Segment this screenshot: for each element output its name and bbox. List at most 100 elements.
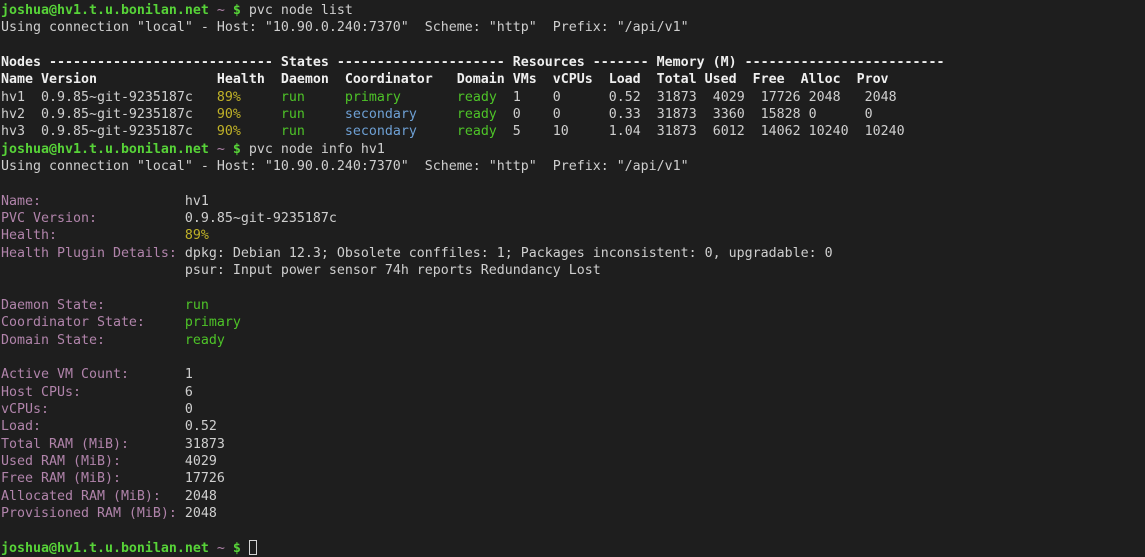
text-segment [121, 471, 185, 486]
terminal-line: Used RAM (MiB): 4029 [1, 453, 1145, 470]
text-segment [97, 211, 185, 226]
coordinator-state: secondary [345, 124, 417, 139]
connection-info: Using connection "local" - Host: "10.90.… [1, 159, 689, 174]
info-label: Free RAM (MiB): [1, 471, 121, 486]
node-name-version: hv1 0.9.85~git-9235187c [1, 90, 217, 105]
text-segment [305, 124, 345, 139]
node-health: 89% [217, 90, 241, 105]
terminal-line: hv3 0.9.85~git-9235187c 90% run secondar… [1, 123, 1145, 140]
node-resources: 5 10 1.04 31873 6012 14062 10240 10240 [497, 124, 905, 139]
terminal-line: joshua@hv1.t.u.bonilan.net ~ $ pvc node … [1, 2, 1145, 19]
info-label: Name: [1, 194, 41, 209]
text-segment [177, 506, 185, 521]
terminal-line: Load: 0.52 [1, 418, 1145, 435]
prompt-symbol: $ [233, 142, 241, 157]
text-segment [305, 107, 345, 122]
terminal-line: Coordinator State: primary [1, 314, 1145, 331]
info-value: 89% [185, 228, 209, 243]
info-label: Host CPUs: [1, 385, 81, 400]
info-label: Load: [1, 419, 41, 434]
command-text: pvc node info hv1 [241, 142, 385, 157]
command-text: pvc node list [241, 3, 353, 18]
terminal-line [1, 280, 1145, 297]
prompt-user-host: joshua@hv1.t.u.bonilan.net [1, 541, 209, 556]
text-segment [105, 333, 185, 348]
text-segment [417, 124, 457, 139]
text-segment [81, 385, 185, 400]
text-segment [129, 367, 185, 382]
info-value: 0.9.85~git-9235187c [185, 211, 337, 226]
text-segment [1, 263, 185, 278]
info-label: Domain State: [1, 333, 105, 348]
terminal-line: Name: hv1 [1, 193, 1145, 210]
terminal-line: Total RAM (MiB): 31873 [1, 436, 1145, 453]
info-label: Health: [1, 228, 57, 243]
text-segment [401, 90, 457, 105]
info-value: 0.52 [185, 419, 217, 434]
domain-state: ready [457, 107, 497, 122]
text-segment [129, 437, 185, 452]
info-value: 31873 [185, 437, 225, 452]
info-value: 2048 [185, 489, 217, 504]
text-segment [209, 3, 217, 18]
terminal-line: Provisioned RAM (MiB): 2048 [1, 505, 1145, 522]
text-segment [105, 298, 185, 313]
info-value: 0 [185, 402, 193, 417]
terminal-line: Active VM Count: 1 [1, 366, 1145, 383]
text-segment [41, 419, 185, 434]
info-label: vCPUs: [1, 402, 49, 417]
text-segment [41, 194, 185, 209]
terminal-cursor [249, 540, 257, 555]
info-label: Total RAM (MiB): [1, 437, 129, 452]
prompt-cwd: ~ [217, 3, 225, 18]
terminal-screen[interactable]: joshua@hv1.t.u.bonilan.net ~ $ pvc node … [0, 0, 1145, 557]
terminal-line [1, 175, 1145, 192]
terminal-line: hv2 0.9.85~git-9235187c 90% run secondar… [1, 106, 1145, 123]
info-value: dpkg: Debian 12.3; Obsolete conffiles: 1… [185, 246, 833, 261]
info-value: 2048 [185, 506, 217, 521]
terminal-line [1, 522, 1145, 539]
text-segment [225, 142, 233, 157]
info-value: 4029 [185, 454, 217, 469]
domain-state: ready [457, 124, 497, 139]
prompt-user-host: joshua@hv1.t.u.bonilan.net [1, 3, 209, 18]
text-segment [209, 142, 217, 157]
text-segment [177, 246, 185, 261]
text-segment [241, 541, 249, 556]
terminal-line: hv1 0.9.85~git-9235187c 89% run primary … [1, 89, 1145, 106]
info-value: primary [185, 315, 241, 330]
info-label: Provisioned RAM (MiB): [1, 506, 177, 521]
terminal-line [1, 349, 1145, 366]
node-name-version: hv3 0.9.85~git-9235187c [1, 124, 217, 139]
terminal-line: joshua@hv1.t.u.bonilan.net ~ $ pvc node … [1, 141, 1145, 158]
info-label: Used RAM (MiB): [1, 454, 121, 469]
prompt-symbol: $ [233, 541, 241, 556]
text-segment [225, 541, 233, 556]
coordinator-state: primary [345, 90, 401, 105]
terminal-line: Health: 89% [1, 227, 1145, 244]
terminal-line: Free RAM (MiB): 17726 [1, 470, 1145, 487]
terminal-line: vCPUs: 0 [1, 401, 1145, 418]
prompt-cwd: ~ [217, 541, 225, 556]
node-name-version: hv2 0.9.85~git-9235187c [1, 107, 217, 122]
info-value: 6 [185, 385, 193, 400]
terminal-line: Daemon State: run [1, 297, 1145, 314]
prompt-symbol: $ [233, 3, 241, 18]
node-resources: 0 0 0.33 31873 3360 15828 0 0 [497, 107, 873, 122]
info-value: ready [185, 333, 225, 348]
text-segment [209, 541, 217, 556]
text-segment [241, 124, 281, 139]
terminal-line: Using connection "local" - Host: "10.90.… [1, 19, 1145, 36]
text-segment [145, 315, 185, 330]
terminal-line: Name Version Health Daemon Coordinator D… [1, 71, 1145, 88]
coordinator-state: secondary [345, 107, 417, 122]
text-segment [241, 107, 281, 122]
info-value: psur: Input power sensor 74h reports Red… [185, 263, 601, 278]
info-value: run [185, 298, 209, 313]
terminal-line: Health Plugin Details: dpkg: Debian 12.3… [1, 245, 1145, 262]
prompt-user-host: joshua@hv1.t.u.bonilan.net [1, 142, 209, 157]
text-segment [305, 90, 345, 105]
prompt-cwd: ~ [217, 142, 225, 157]
daemon-state: run [281, 107, 305, 122]
table-group-header: Nodes ---------------------------- State… [1, 55, 945, 70]
